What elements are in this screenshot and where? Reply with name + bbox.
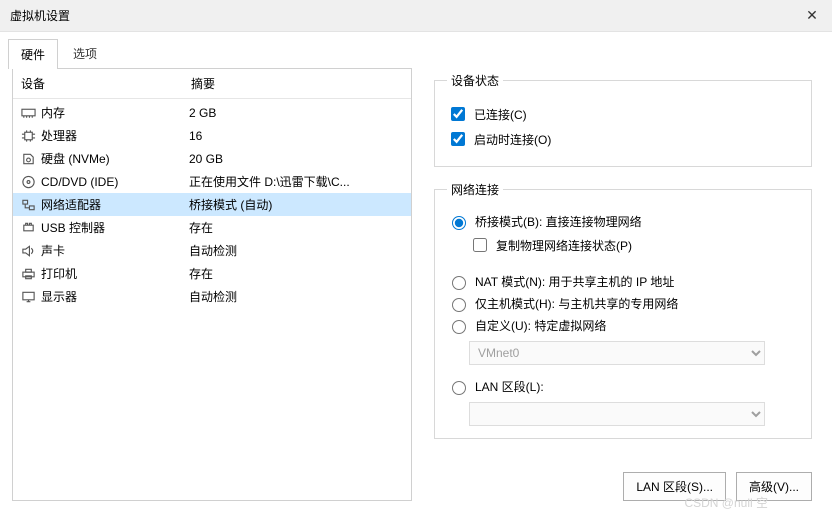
network-connection-legend: 网络连接 xyxy=(447,181,503,198)
device-summary: 存在 xyxy=(189,219,405,236)
device-name: CD/DVD (IDE) xyxy=(41,175,189,189)
hostonly-label: 仅主机模式(H): 与主机共享的专用网络 xyxy=(475,295,678,312)
device-row-printer[interactable]: 打印机存在 xyxy=(13,262,411,285)
custom-network-select: VMnet0 xyxy=(469,341,765,365)
bridged-label: 桥接模式(B): 直接连接物理网络 xyxy=(475,213,642,230)
tab-hardware[interactable]: 硬件 xyxy=(8,39,58,69)
replicate-checkbox[interactable] xyxy=(473,238,487,252)
lan-segment-radio[interactable] xyxy=(452,381,466,395)
connect-poweron-checkbox[interactable] xyxy=(451,132,465,146)
sound-icon xyxy=(19,243,37,259)
window-title: 虚拟机设置 xyxy=(10,7,70,24)
device-row-memory[interactable]: 内存2 GB xyxy=(13,101,411,124)
header-device: 设备 xyxy=(21,75,191,92)
nat-label: NAT 模式(N): 用于共享主机的 IP 地址 xyxy=(475,273,674,290)
printer-icon xyxy=(19,266,37,282)
bridged-radio[interactable] xyxy=(452,216,466,230)
lan-segment-select xyxy=(469,402,765,426)
titlebar: 虚拟机设置 ✕ xyxy=(0,0,832,32)
device-name: 打印机 xyxy=(41,265,189,282)
device-summary: 20 GB xyxy=(189,152,405,166)
cd-icon xyxy=(19,174,37,190)
device-row-sound[interactable]: 声卡自动检测 xyxy=(13,239,411,262)
device-name: USB 控制器 xyxy=(41,219,189,236)
device-row-cd[interactable]: CD/DVD (IDE)正在使用文件 D:\迅雷下载\C... xyxy=(13,170,411,193)
device-status-legend: 设备状态 xyxy=(447,72,503,89)
tabstrip: 硬件 选项 xyxy=(0,32,832,68)
custom-radio[interactable] xyxy=(452,320,466,334)
disk-icon xyxy=(19,151,37,167)
device-row-usb[interactable]: USB 控制器存在 xyxy=(13,216,411,239)
display-icon xyxy=(19,289,37,305)
device-row-disk[interactable]: 硬盘 (NVMe)20 GB xyxy=(13,147,411,170)
cpu-icon xyxy=(19,128,37,144)
hostonly-radio[interactable] xyxy=(452,298,466,312)
connected-label: 已连接(C) xyxy=(474,106,527,123)
network-icon xyxy=(19,197,37,213)
device-name: 处理器 xyxy=(41,127,189,144)
custom-label: 自定义(U): 特定虚拟网络 xyxy=(475,317,606,334)
lan-segment-label: LAN 区段(L): xyxy=(475,378,544,395)
advanced-button[interactable]: 高级(V)... xyxy=(736,472,812,501)
device-name: 网络适配器 xyxy=(41,196,189,213)
connected-checkbox[interactable] xyxy=(451,107,465,121)
device-summary: 正在使用文件 D:\迅雷下载\C... xyxy=(189,173,405,190)
usb-icon xyxy=(19,220,37,236)
device-summary: 自动检测 xyxy=(189,242,405,259)
device-list: 设备 摘要 内存2 GB处理器16硬盘 (NVMe)20 GBCD/DVD (I… xyxy=(12,68,412,501)
tab-options[interactable]: 选项 xyxy=(60,38,110,68)
network-connection-group: 网络连接 桥接模式(B): 直接连接物理网络 复制物理网络连接状态(P) NAT… xyxy=(434,181,812,439)
device-row-display[interactable]: 显示器自动检测 xyxy=(13,285,411,308)
settings-right-pane: 设备状态 已连接(C) 启动时连接(O) 网络连接 桥接模式(B): 直接连接物… xyxy=(426,68,820,501)
connect-poweron-label: 启动时连接(O) xyxy=(474,131,551,148)
device-summary: 桥接模式 (自动) xyxy=(189,196,405,213)
device-status-group: 设备状态 已连接(C) 启动时连接(O) xyxy=(434,72,812,167)
close-icon[interactable]: ✕ xyxy=(802,7,822,24)
header-summary: 摘要 xyxy=(191,75,403,92)
list-header: 设备 摘要 xyxy=(13,69,411,99)
device-summary: 2 GB xyxy=(189,106,405,120)
device-row-cpu[interactable]: 处理器16 xyxy=(13,124,411,147)
device-summary: 自动检测 xyxy=(189,288,405,305)
device-name: 声卡 xyxy=(41,242,189,259)
device-name: 显示器 xyxy=(41,288,189,305)
device-name: 硬盘 (NVMe) xyxy=(41,150,189,167)
lan-segments-button[interactable]: LAN 区段(S)... xyxy=(623,472,726,501)
device-summary: 存在 xyxy=(189,265,405,282)
replicate-label: 复制物理网络连接状态(P) xyxy=(496,237,632,254)
nat-radio[interactable] xyxy=(452,276,466,290)
device-row-network[interactable]: 网络适配器桥接模式 (自动) xyxy=(13,193,411,216)
device-summary: 16 xyxy=(189,129,405,143)
device-name: 内存 xyxy=(41,104,189,121)
memory-icon xyxy=(19,105,37,121)
